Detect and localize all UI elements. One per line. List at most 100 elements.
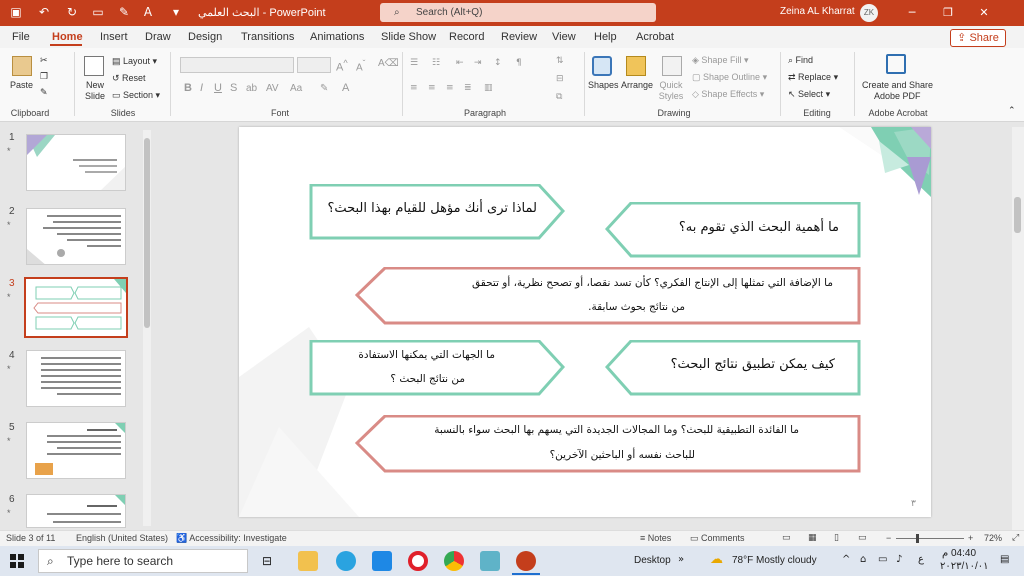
format-painter-icon[interactable]: ✎: [40, 88, 48, 99]
customize-dropdown-icon[interactable]: ▾: [168, 4, 184, 20]
slide-thumbnail[interactable]: [26, 208, 126, 265]
font-color-icon[interactable]: A: [140, 4, 156, 20]
slide-scrollbar[interactable]: [1012, 127, 1024, 530]
adobe-pdf-icon[interactable]: [886, 54, 906, 74]
italic-icon[interactable]: I: [200, 83, 203, 94]
underline-icon[interactable]: U: [214, 83, 222, 94]
present-icon[interactable]: ▭: [90, 4, 106, 20]
zoom-out-icon[interactable]: −: [886, 533, 891, 543]
tab-slide-show[interactable]: Slide Show: [381, 31, 436, 43]
new-slide-button[interactable]: New Slide: [82, 80, 108, 102]
restore-icon[interactable]: ❐: [938, 3, 958, 23]
cut-icon[interactable]: ✂: [40, 56, 48, 67]
tab-record[interactable]: Record: [449, 31, 484, 43]
file-explorer-icon[interactable]: [298, 551, 318, 571]
font-family-select[interactable]: [180, 57, 294, 73]
notes-button[interactable]: ≡ Notes: [640, 533, 671, 543]
normal-view-icon[interactable]: ▭: [782, 533, 791, 543]
new-slide-icon[interactable]: [84, 56, 104, 76]
paste-button[interactable]: Paste: [10, 80, 33, 91]
app-icon[interactable]: [480, 551, 500, 571]
decrease-indent-icon[interactable]: ⇤: [456, 58, 464, 69]
shape-outline-button[interactable]: ▢ Shape Outline ▾: [692, 72, 767, 83]
tab-draw[interactable]: Draw: [145, 31, 171, 43]
question-box-parties[interactable]: ما الجهات التي يمكنها الاستفادة من نتائج…: [309, 340, 565, 396]
quick-styles-icon[interactable]: [662, 56, 682, 76]
slide-thumbnail[interactable]: [26, 350, 126, 407]
shapes-button[interactable]: Shapes: [588, 80, 619, 91]
reading-view-icon[interactable]: ▯: [834, 533, 839, 543]
tab-home[interactable]: Home: [52, 31, 83, 43]
zoom-in-icon[interactable]: +: [968, 533, 973, 543]
slide-sorter-icon[interactable]: ▦: [808, 533, 817, 543]
align-text-icon[interactable]: ⊟: [556, 74, 564, 85]
close-icon[interactable]: ✕: [974, 3, 994, 23]
opera-icon[interactable]: [408, 551, 428, 571]
slide-thumbnail[interactable]: [26, 134, 126, 191]
align-center-icon[interactable]: ≡: [428, 83, 436, 94]
chrome-icon[interactable]: [444, 551, 464, 571]
slide-canvas[interactable]: ما أهمية البحث الذي تقوم به؟ لماذا ترى أ…: [239, 127, 931, 517]
replace-button[interactable]: ⇄ Replace ▾: [788, 72, 838, 83]
reset-button[interactable]: ↺ Reset: [112, 73, 146, 84]
select-button[interactable]: ↖ Select ▾: [788, 89, 830, 100]
save-icon[interactable]: ▣: [8, 4, 24, 20]
tab-help[interactable]: Help: [594, 31, 617, 43]
arrange-button[interactable]: Arrange: [621, 80, 653, 91]
clock-time[interactable]: 04:40 م: [942, 548, 976, 559]
spacing-icon[interactable]: AV: [266, 83, 279, 94]
tab-design[interactable]: Design: [188, 31, 222, 43]
language-status[interactable]: English (United States): [76, 533, 168, 543]
user-name[interactable]: Zeina AL Kharrat: [780, 6, 855, 17]
bullets-icon[interactable]: ☰: [410, 58, 418, 69]
undo-icon[interactable]: ↶: [36, 4, 52, 20]
windows-start-icon[interactable]: [10, 554, 24, 568]
strikethrough-icon[interactable]: ab: [246, 83, 257, 94]
grow-font-icon[interactable]: A^: [336, 58, 348, 74]
shadow-icon[interactable]: S: [230, 83, 237, 94]
adobe-pdf-label[interactable]: Adobe PDF: [874, 91, 921, 102]
fit-slide-icon[interactable]: ⤢: [1012, 533, 1019, 543]
columns-icon[interactable]: ▥: [484, 83, 493, 94]
scrollbar-thumb[interactable]: [144, 138, 150, 328]
powerpoint-icon[interactable]: [516, 551, 536, 571]
text-direction-icon[interactable]: ⇅: [556, 56, 564, 67]
tab-review[interactable]: Review: [501, 31, 537, 43]
keyboard-language[interactable]: ع: [918, 554, 924, 565]
share-button[interactable]: ⇪ Share: [950, 29, 1006, 47]
accessibility-status[interactable]: ♿ Accessibility: Investigate: [176, 533, 287, 544]
smartart-icon[interactable]: ⧉: [556, 92, 562, 103]
numbering-icon[interactable]: ☷: [432, 58, 440, 69]
rtl-icon[interactable]: ¶: [516, 58, 522, 69]
tab-view[interactable]: View: [552, 31, 576, 43]
quick-styles-button[interactable]: Quick Styles: [656, 80, 686, 102]
zoom-slider[interactable]: [896, 538, 964, 539]
bold-icon[interactable]: B: [184, 83, 192, 94]
arrange-icon[interactable]: [626, 56, 646, 76]
zoom-slider-thumb[interactable]: [916, 534, 919, 543]
shape-fill-button[interactable]: ◈ Shape Fill ▾: [692, 55, 748, 66]
font-color-icon[interactable]: A: [342, 83, 349, 94]
tab-animations[interactable]: Animations: [310, 31, 364, 43]
clock-date[interactable]: ٢٠٢٣/١٠/٠١: [940, 561, 989, 572]
question-box-importance[interactable]: ما أهمية البحث الذي تقوم به؟: [605, 202, 861, 258]
mail-icon[interactable]: [372, 551, 392, 571]
question-box-addition[interactable]: ما الإضافة التي تمثلها إلى الإنتاج الفكر…: [355, 267, 861, 325]
tab-transitions[interactable]: Transitions: [241, 31, 294, 43]
increase-indent-icon[interactable]: ⇥: [474, 58, 482, 69]
desktop-chevron-icon[interactable]: »: [678, 554, 684, 565]
tab-insert[interactable]: Insert: [100, 31, 128, 43]
format-icon[interactable]: ✎: [116, 4, 132, 20]
create-share-label[interactable]: Create and Share: [862, 80, 933, 91]
tray-chevron-icon[interactable]: ^: [842, 554, 850, 565]
battery-icon[interactable]: ▭: [878, 554, 887, 565]
slide-thumbnail[interactable]: [26, 422, 126, 479]
clear-format-icon[interactable]: A⌫: [378, 58, 399, 69]
network-icon[interactable]: ⌂: [860, 554, 866, 565]
collapse-ribbon-icon[interactable]: ⌃: [1008, 106, 1016, 117]
change-case-icon[interactable]: Aa: [290, 83, 302, 94]
highlight-icon[interactable]: ✎: [320, 83, 328, 94]
volume-icon[interactable]: ♪: [896, 554, 902, 565]
section-button[interactable]: ▭ Section ▾: [112, 90, 160, 101]
paste-icon[interactable]: [12, 56, 32, 76]
